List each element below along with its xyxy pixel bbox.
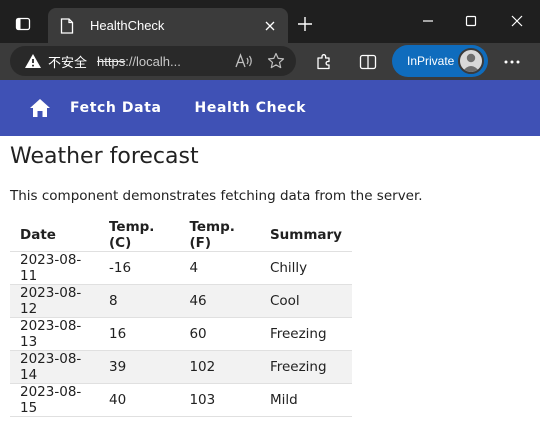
cell-summary: Freezing <box>259 317 352 351</box>
maximize-icon[interactable] <box>460 10 482 32</box>
header-temp-f: Temp. (F) <box>179 219 260 252</box>
cell-temp-c: 39 <box>99 350 180 384</box>
nav-health-check[interactable]: Health Check <box>195 100 307 116</box>
cell-date: 2023-08-13 <box>10 317 99 351</box>
cell-date: 2023-08-11 <box>10 251 99 285</box>
url-scheme: https <box>97 53 126 69</box>
cell-date: 2023-08-12 <box>10 284 99 318</box>
cell-temp-f: 60 <box>179 317 260 351</box>
table-row: 2023-08-14 39 102 Freezing <box>10 350 352 384</box>
tab-title: HealthCheck <box>90 18 165 33</box>
app-navbar: Fetch Data Health Check <box>0 80 540 136</box>
cell-date: 2023-08-15 <box>10 383 99 417</box>
cell-temp-f: 4 <box>179 251 260 285</box>
cell-temp-c: 8 <box>99 284 180 318</box>
puzzle-icon[interactable] <box>314 52 334 72</box>
header-date: Date <box>10 219 99 252</box>
browser-titlebar: HealthCheck <box>0 0 540 43</box>
browser-toolbar: 不安全 https://localh... InPrivate <box>0 43 540 80</box>
cell-temp-c: 40 <box>99 383 180 417</box>
insecure-label: 不安全 <box>48 55 88 71</box>
plus-icon[interactable] <box>294 13 316 35</box>
main-content: Weather forecast This component demonstr… <box>10 142 530 204</box>
nav-fetch-data[interactable]: Fetch Data <box>70 100 162 116</box>
table-header-row: Date Temp. (C) Temp. (F) Summary <box>10 219 352 252</box>
table-row: 2023-08-11 -16 4 Chilly <box>10 251 352 285</box>
url-rest: ://localh... <box>125 53 181 69</box>
tab-actions-icon[interactable] <box>12 13 34 35</box>
cell-summary: Mild <box>259 383 352 417</box>
cell-temp-c: 16 <box>99 317 180 351</box>
minimize-icon[interactable] <box>417 10 439 32</box>
read-aloud-icon[interactable] <box>234 51 254 71</box>
cell-summary: Freezing <box>259 350 352 384</box>
cell-temp-c: -16 <box>99 251 180 285</box>
cell-summary: Chilly <box>259 251 352 285</box>
table-row: 2023-08-12 8 46 Cool <box>10 284 352 318</box>
cell-temp-f: 46 <box>179 284 260 318</box>
page-icon <box>58 17 76 35</box>
header-summary: Summary <box>259 219 352 252</box>
browser-tab[interactable]: HealthCheck <box>48 8 288 43</box>
warning-icon[interactable] <box>24 52 42 70</box>
window-close-icon[interactable] <box>506 10 528 32</box>
cell-temp-f: 103 <box>179 383 260 417</box>
address-bar[interactable]: 不安全 https://localh... <box>10 46 296 76</box>
inprivate-label: InPrivate <box>407 54 455 68</box>
close-icon[interactable] <box>262 18 278 34</box>
more-icon[interactable] <box>500 52 524 72</box>
avatar <box>458 48 484 74</box>
url-text[interactable]: https://localh... <box>97 54 222 69</box>
home-icon[interactable] <box>10 80 70 136</box>
inprivate-button[interactable]: InPrivate <box>392 45 488 77</box>
star-icon[interactable] <box>266 51 286 71</box>
cell-summary: Cool <box>259 284 352 318</box>
split-screen-icon[interactable] <box>358 52 378 72</box>
page-title: Weather forecast <box>10 144 199 169</box>
cell-temp-f: 102 <box>179 350 260 384</box>
page-description: This component demonstrates fetching dat… <box>10 188 423 204</box>
table-row: 2023-08-15 40 103 Mild <box>10 383 352 417</box>
header-temp-c: Temp. (C) <box>99 219 180 252</box>
table-row: 2023-08-13 16 60 Freezing <box>10 317 352 351</box>
cell-date: 2023-08-14 <box>10 350 99 384</box>
forecast-table: Date Temp. (C) Temp. (F) Summary 2023-08… <box>10 219 352 417</box>
